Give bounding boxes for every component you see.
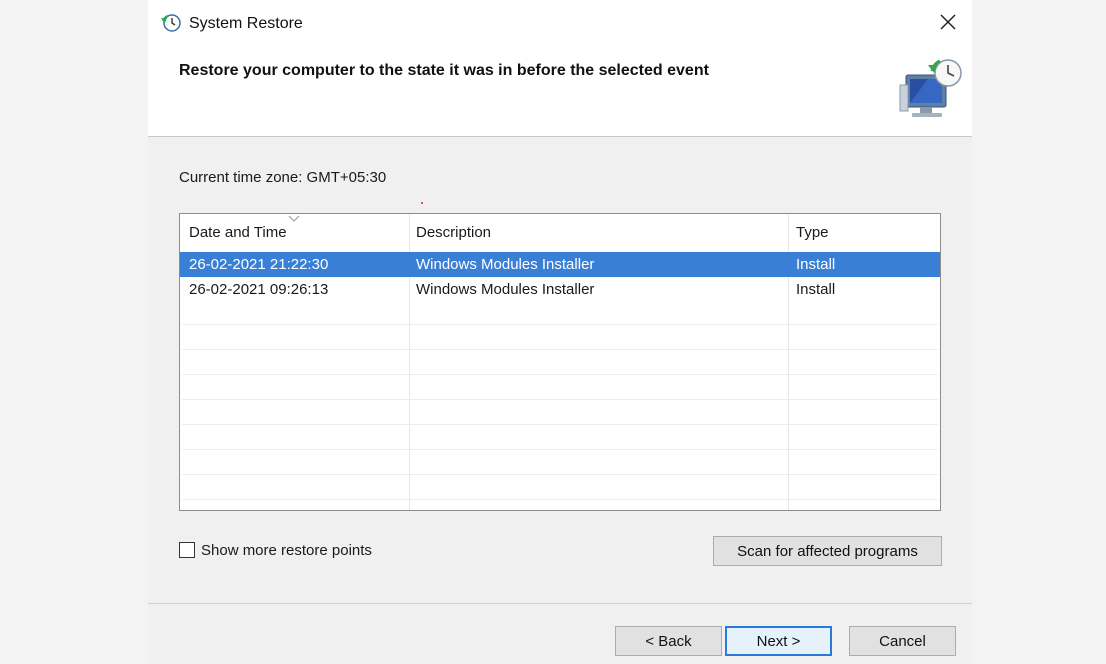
row-date: 26-02-2021 21:22:30 [189,256,329,273]
page-heading: Restore your computer to the state it wa… [179,62,709,79]
row-gridline [182,449,938,450]
close-icon[interactable] [936,10,960,34]
row-date: 26-02-2021 09:26:13 [189,281,329,298]
row-description: Windows Modules Installer [416,281,595,298]
column-header-type[interactable]: Type [796,224,829,241]
row-gridline [182,349,938,350]
row-gridline [182,499,938,500]
row-gridline [182,399,938,400]
table-header: Date and Time Description Type [180,214,940,250]
row-gridline [182,324,938,325]
show-more-restore-points[interactable]: Show more restore points [179,540,372,560]
stray-dot [421,202,423,204]
column-header-date[interactable]: Date and Time [189,224,287,241]
window-title: System Restore [189,15,303,32]
column-header-description[interactable]: Description [416,224,491,241]
scan-affected-programs-button[interactable]: Scan for affected programs [713,536,942,566]
dialog-header: System Restore Restore your computer to … [148,0,972,137]
restore-points-table[interactable]: Date and Time Description Type 26-02-202… [179,213,941,511]
system-restore-dialog: System Restore Restore your computer to … [148,0,972,664]
row-gridline [182,374,938,375]
restore-computer-icon [899,59,962,117]
next-button[interactable]: Next > [725,626,832,656]
cancel-button[interactable]: Cancel [849,626,956,656]
row-gridline [182,424,938,425]
show-more-label[interactable]: Show more restore points [201,542,372,559]
table-row[interactable]: 26-02-2021 09:26:13 Windows Modules Inst… [180,277,940,302]
row-type: Install [796,256,836,273]
system-restore-icon [161,14,181,32]
show-more-checkbox[interactable] [179,542,195,558]
row-type: Install [796,281,836,298]
row-description: Windows Modules Installer [416,256,595,273]
footer-divider [148,603,972,604]
table-row[interactable]: 26-02-2021 21:22:30 Windows Modules Inst… [180,252,940,277]
back-button[interactable]: < Back [615,626,722,656]
row-gridline [182,474,938,475]
timezone-label: Current time zone: GMT+05:30 [179,169,387,186]
sort-arrow-icon [288,215,300,222]
